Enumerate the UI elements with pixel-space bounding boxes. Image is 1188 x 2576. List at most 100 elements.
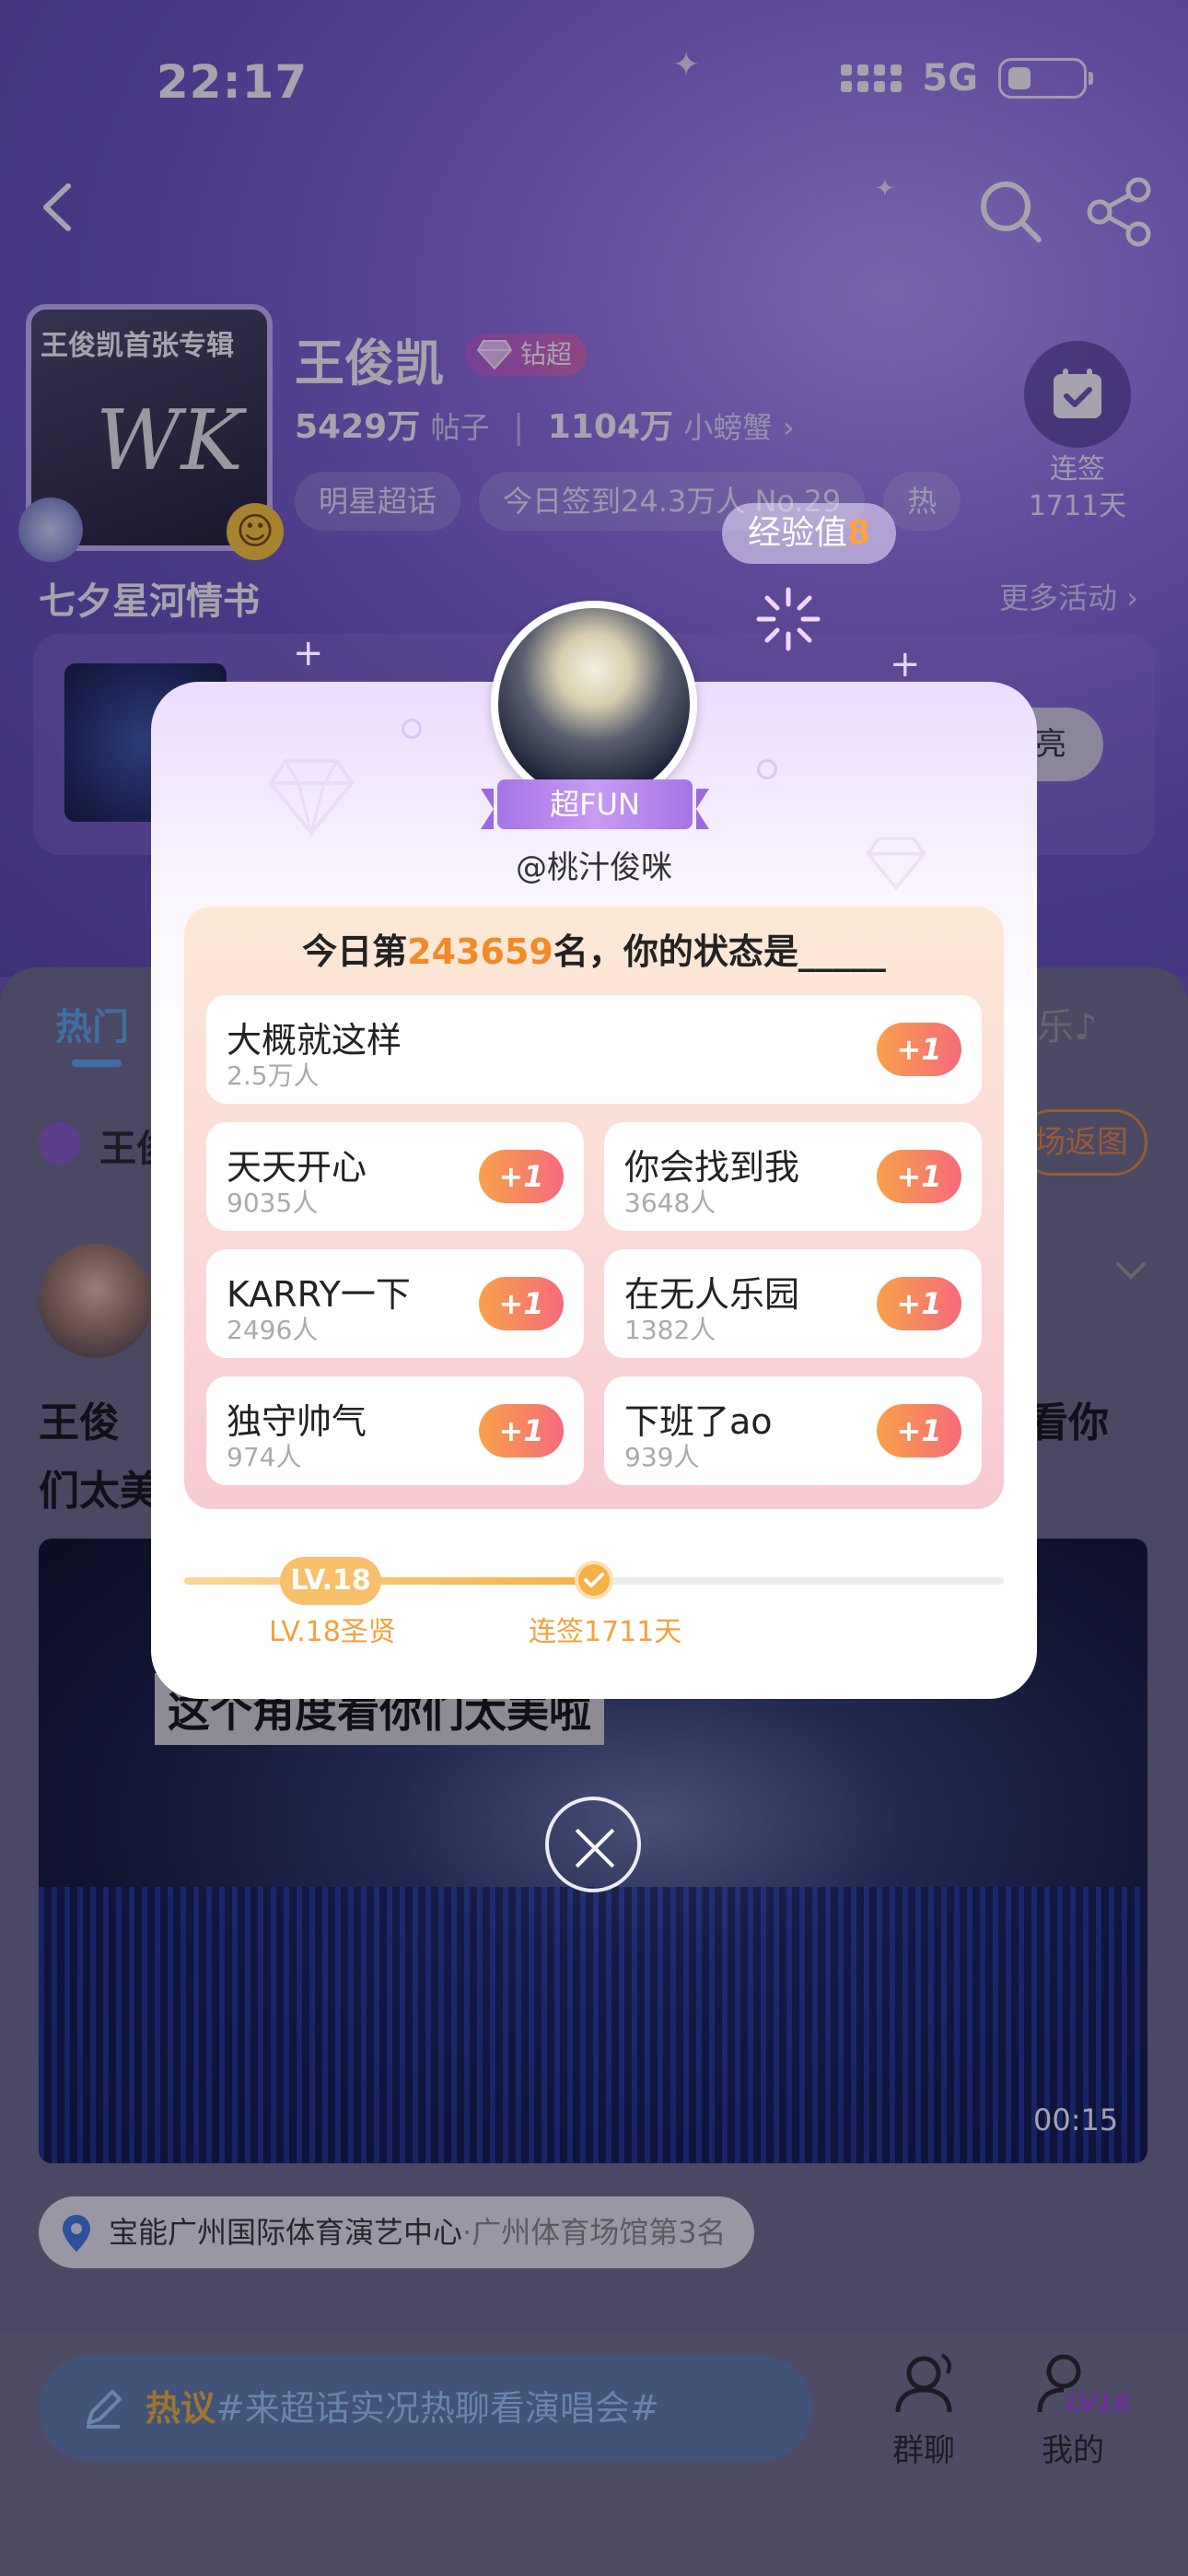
stats-divider: | <box>513 408 525 446</box>
tab-active-indicator <box>72 1060 122 1067</box>
topic-stats: 5429万 帖子 | 1104万 小螃蟹 › <box>295 400 795 448</box>
status-option[interactable]: 独守帅气 974人 +1 <box>206 1376 584 1485</box>
plus-one-button[interactable]: +1 <box>479 1404 564 1458</box>
post-text-end: 看你 <box>1028 1399 1109 1446</box>
plus-one-button[interactable]: +1 <box>877 1277 961 1330</box>
tab-music[interactable]: 乐♪ <box>1037 997 1098 1050</box>
calendar-check-icon <box>1054 369 1101 418</box>
option-count: 2496人 <box>227 1315 319 1345</box>
tag-hot[interactable]: 热 <box>883 472 961 531</box>
status-question: 今日第243659名，你的状态是_____ <box>184 923 1004 974</box>
location-main: 宝能广州国际体育演艺中心 <box>109 2215 463 2250</box>
checkin-text: 连签 <box>1050 453 1105 486</box>
back-arrow-icon[interactable] <box>28 175 92 240</box>
album-mark: WK <box>96 392 243 489</box>
mine-level-badge: LV18 <box>1066 2390 1131 2418</box>
search-icon[interactable] <box>974 175 1048 249</box>
close-modal-button[interactable] <box>545 1797 641 1892</box>
plus-decoration-icon: + <box>890 643 921 685</box>
plus-one-button[interactable]: +1 <box>479 1150 564 1203</box>
option-name: 天天开心 <box>227 1147 367 1188</box>
question-suffix: 名，你的状态是_____ <box>553 931 886 972</box>
level-pill: LV.18 <box>280 1557 381 1605</box>
input-topic: #来超话实况热聊看演唱会# <box>215 2388 659 2429</box>
location-pin-icon <box>63 2215 90 2252</box>
network-type: 5G <box>922 57 978 100</box>
option-count: 3648人 <box>624 1188 716 1218</box>
circle-decoration <box>402 719 422 739</box>
group-chat-button[interactable]: 群聊 <box>864 2348 984 2470</box>
group-chat-label: 群聊 <box>892 2432 955 2469</box>
option-count: 974人 <box>227 1442 302 1472</box>
share-icon[interactable] <box>1083 175 1157 249</box>
pencil-icon <box>87 2390 122 2429</box>
tab-hot[interactable]: 热门 <box>55 997 129 1050</box>
video-crowd-lights <box>39 1887 1147 2163</box>
more-activities-link[interactable]: 更多活动 › <box>999 575 1138 617</box>
user-handle: @桃汁俊咪 <box>516 849 672 886</box>
status-option[interactable]: 大概就这样 2.5万人 +1 <box>206 995 982 1104</box>
plus-one-button[interactable]: +1 <box>877 1150 961 1203</box>
posts-count: 5429万 <box>295 408 421 446</box>
option-name: KARRY一下 <box>227 1274 411 1315</box>
sparkle-icon: ✦ <box>875 175 895 203</box>
status-option[interactable]: KARRY一下 2496人 +1 <box>206 1249 584 1358</box>
input-hot-label: 热议 <box>146 2388 216 2429</box>
level-progress-fill <box>184 1577 594 1585</box>
option-name: 大概就这样 <box>227 1020 402 1060</box>
option-name: 在无人乐园 <box>624 1274 800 1315</box>
diamond-decoration-icon <box>268 759 355 838</box>
tag-star-topic[interactable]: 明星超话 <box>295 472 461 531</box>
option-count: 2.5万人 <box>227 1060 320 1091</box>
exp-label: 经验值 <box>748 514 848 552</box>
group-chat-icon <box>895 2353 952 2413</box>
mine-label: 我的 <box>1042 2432 1104 2469</box>
option-name: 你会找到我 <box>624 1147 800 1188</box>
album-title: 王俊凯首张专辑 <box>41 330 234 362</box>
plus-one-button[interactable]: +1 <box>877 1404 961 1458</box>
return-photos-button[interactable]: 场返图 <box>1019 1109 1147 1176</box>
event-title: 七夕星河情书 <box>39 580 260 623</box>
topic-input[interactable]: 热议#来超话实况热聊看演唱会# <box>39 2355 812 2462</box>
level-title: LV.18圣贤 <box>269 1616 396 1648</box>
smile-emoji-icon: ☺ <box>227 503 284 560</box>
exp-value: 8 <box>847 514 871 552</box>
checkin-button[interactable] <box>1024 341 1131 448</box>
option-count: 9035人 <box>227 1188 319 1218</box>
plus-decoration-icon: + <box>293 632 324 674</box>
diamond-super-badge[interactable]: 钻超 <box>465 334 588 376</box>
plus-one-button[interactable]: +1 <box>479 1277 564 1330</box>
sparkle-icon: ✦ <box>672 46 701 84</box>
location-sub: ·广州体育场馆第3名 <box>462 2215 727 2250</box>
user-avatar <box>491 601 697 807</box>
status-option[interactable]: 在无人乐园 1382人 +1 <box>604 1249 982 1358</box>
option-count: 939人 <box>624 1442 700 1472</box>
topic-icon <box>39 1122 81 1165</box>
status-option[interactable]: 天天开心 9035人 +1 <box>206 1122 584 1231</box>
badge-label: 钻超 <box>520 339 573 369</box>
checkin-label: 连签 1711天 <box>1024 451 1131 525</box>
battery-icon <box>998 58 1093 99</box>
diamond-icon <box>476 340 513 370</box>
status-option[interactable]: 下班了ao 939人 +1 <box>604 1376 982 1485</box>
chevron-down-icon[interactable] <box>1112 1253 1149 1290</box>
circle-decoration <box>757 759 777 779</box>
fans-label[interactable]: 小螃蟹 <box>683 410 772 445</box>
posts-label: 帖子 <box>430 410 490 445</box>
status-icons: 5G <box>841 57 1093 100</box>
streak-label: 连签1711天 <box>529 1616 682 1648</box>
option-name: 独守帅气 <box>227 1401 367 1442</box>
status-option[interactable]: 你会找到我 3648人 +1 <box>604 1122 982 1231</box>
status-time: 22:17 <box>157 55 309 109</box>
signal-icon <box>841 64 903 92</box>
fans-count: 1104万 <box>547 408 673 446</box>
poster-avatar[interactable] <box>39 1244 153 1358</box>
checkin-days: 1711天 <box>1028 490 1127 522</box>
exp-toast: 经验值8 <box>722 503 897 564</box>
chevron-right-icon: › <box>782 410 795 445</box>
option-count: 1382人 <box>624 1315 716 1345</box>
location-tag[interactable]: 宝能广州国际体育演艺中心·广州体育场馆第3名 <box>39 2196 754 2268</box>
disc-icon <box>18 498 83 562</box>
checkin-rank: 243659 <box>407 931 553 972</box>
plus-one-button[interactable]: +1 <box>877 1023 961 1076</box>
